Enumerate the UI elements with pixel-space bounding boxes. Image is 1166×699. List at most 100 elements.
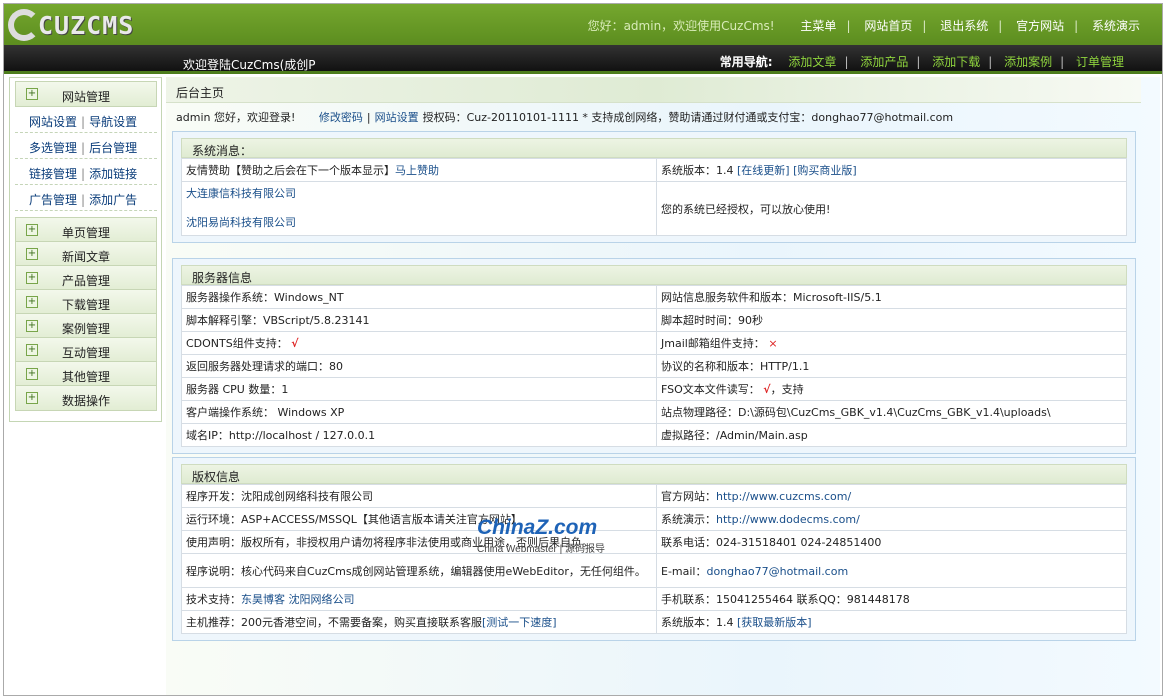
- table-row: 运行环境：ASP+ACCESS/MSSQL【其他语言版本请关注官方网站】 系统演示…: [181, 507, 1127, 531]
- sidebar-item-site-manage[interactable]: + 网站管理: [15, 81, 157, 107]
- nav-demo[interactable]: 系统演示: [1092, 19, 1140, 33]
- sidebar-item-label: 下载管理: [62, 298, 111, 312]
- nav-separator: |: [844, 55, 849, 69]
- nav-main-menu[interactable]: 主菜单: [800, 19, 836, 33]
- link-link-manage[interactable]: 链接管理: [29, 167, 77, 181]
- panel-title: 版权信息: [181, 464, 1127, 484]
- nav-separator: |: [916, 55, 921, 69]
- table-cell: 手机联系：15041255464 联系QQ：981448178: [656, 587, 1127, 611]
- sidebar-item-label: 其他管理: [62, 370, 111, 384]
- sidebar-item-label: 数据操作: [62, 394, 111, 408]
- email-link[interactable]: donghao77@hotmail.com: [707, 565, 849, 578]
- separator: |: [81, 141, 86, 155]
- copyright-table: 程序开发：沈阳成创网络科技有限公司 官方网站：http://www.cuzcms.…: [181, 484, 1127, 634]
- sidebar-item-downloads[interactable]: + 下载管理: [15, 289, 157, 315]
- quick-add-product[interactable]: 添加产品: [860, 55, 908, 69]
- support-company-link[interactable]: 沈阳网络公司: [289, 593, 355, 606]
- sidebar-item-cases[interactable]: + 案例管理: [15, 313, 157, 339]
- sidebar-item-news[interactable]: + 新闻文章: [15, 241, 157, 267]
- check-icon: √: [763, 383, 771, 396]
- link-add-ad[interactable]: 添加广告: [89, 193, 137, 207]
- speed-test-link[interactable]: [测试一下速度]: [482, 616, 557, 629]
- sidebar-item-label: 网站管理: [62, 90, 111, 104]
- quick-add-case[interactable]: 添加案例: [1004, 55, 1052, 69]
- breadcrumb: 后台主页: [166, 77, 1141, 103]
- sponsor-company-link[interactable]: 大连康信科技有限公司: [186, 187, 296, 200]
- nav-separator: |: [922, 19, 927, 33]
- expand-icon: +: [26, 224, 38, 236]
- official-site-link[interactable]: http://www.cuzcms.com/: [716, 490, 851, 503]
- expand-icon: +: [26, 248, 38, 260]
- sidebar-item-products[interactable]: + 产品管理: [15, 265, 157, 291]
- nav-official-site[interactable]: 官方网站: [1016, 19, 1064, 33]
- site-settings-link[interactable]: 网站设置: [375, 111, 419, 124]
- table-row: 脚本解释引擎：VBScript/5.8.23141 脚本超时时间：90秒: [181, 308, 1127, 332]
- quick-orders[interactable]: 订单管理: [1076, 55, 1124, 69]
- link-ad-manage[interactable]: 广告管理: [29, 193, 77, 207]
- sidebar-sublinks: 网站设置 | 导航设置: [15, 107, 157, 133]
- host-recommend: 主机推荐：200元香港空间，不需要备案，购买直接联系客服: [186, 616, 482, 629]
- link-nav-settings[interactable]: 导航设置: [89, 115, 137, 129]
- cdonts-label: CDONTS组件支持：: [186, 337, 288, 350]
- table-cell: 友情赞助【赞助之后会在下一个版本显示】马上赞助: [181, 158, 657, 182]
- sponsor-link[interactable]: 马上赞助: [395, 164, 439, 177]
- nav-home[interactable]: 网站首页: [864, 19, 912, 33]
- nav-logout[interactable]: 退出系统: [940, 19, 988, 33]
- link-site-settings[interactable]: 网站设置: [29, 115, 77, 129]
- change-password-link[interactable]: 修改密码: [319, 111, 363, 124]
- table-cell: 协议的名称和版本：HTTP/1.1: [656, 354, 1127, 378]
- expand-icon: +: [26, 368, 38, 380]
- quick-add-download[interactable]: 添加下载: [932, 55, 980, 69]
- table-cell: 系统演示：http://www.dodecms.com/: [656, 507, 1127, 531]
- link-add-link[interactable]: 添加链接: [89, 167, 137, 181]
- site-label: 官方网站：: [661, 490, 716, 503]
- table-cell: 脚本超时时间：90秒: [656, 308, 1127, 332]
- table-row: 程序说明：核心代码来自CuzCms成创网站管理系统，编辑器使用eWebEdito…: [181, 553, 1127, 588]
- quick-add-article[interactable]: 添加文章: [788, 55, 836, 69]
- sponsor-company-link[interactable]: 沈阳易尚科技有限公司: [186, 216, 296, 229]
- nav-separator: |: [998, 19, 1003, 33]
- support-blog-link[interactable]: 东昊博客: [241, 593, 285, 606]
- sidebar-item-interaction[interactable]: + 互动管理: [15, 337, 157, 363]
- table-row: 程序开发：沈阳成创网络科技有限公司 官方网站：http://www.cuzcms.…: [181, 484, 1127, 508]
- sidebar-item-data[interactable]: + 数据操作: [15, 385, 157, 411]
- check-icon: √: [291, 337, 299, 350]
- server-info-table: 服务器操作系统：Windows_NT 网站信息服务软件和版本：Microsoft-…: [181, 285, 1127, 447]
- sidebar-item-pages[interactable]: + 单页管理: [15, 217, 157, 243]
- top-nav: 您好：admin，欢迎使用CuzCms! 主菜单 | 网站首页 | 退出系统 | 官方…: [588, 17, 1150, 34]
- table-row: 服务器操作系统：Windows_NT 网站信息服务软件和版本：Microsoft-…: [181, 285, 1127, 309]
- user-greeting: admin 您好，欢迎登录!: [176, 111, 296, 124]
- system-messages-table: 友情赞助【赞助之后会在下一个版本显示】马上赞助 系统版本：1.4 [在线更新] …: [181, 158, 1127, 236]
- expand-icon: +: [26, 296, 38, 308]
- separator: |: [81, 193, 86, 207]
- table-row: 客户端操作系统： Windows XP 站点物理路径：D:\源码包\CuzCms_…: [181, 400, 1127, 424]
- quick-nav: 常用导航: 添加文章 | 添加产品 | 添加下载 | 添加案例 | 订单管理: [720, 53, 1132, 70]
- demo-site-link[interactable]: http://www.dodecms.com/: [716, 513, 860, 526]
- table-row: 使用声明：版权所有，非授权用户请勿将程序非法使用或商业用途，否则后果自负。 联系电…: [181, 530, 1127, 554]
- sidebar-item-label: 新闻文章: [62, 250, 111, 264]
- online-update-link[interactable]: [在线更新]: [737, 164, 790, 177]
- table-cell: Jmail邮箱组件支持： ×: [656, 331, 1127, 355]
- greeting: 您好：admin，欢迎使用CuzCms!: [587, 19, 775, 33]
- expand-icon: +: [26, 344, 38, 356]
- sidebar-item-label: 单页管理: [62, 226, 111, 240]
- logo: CUZCMS: [8, 9, 178, 41]
- panel-title: 服务器信息: [181, 265, 1127, 285]
- latest-version-link[interactable]: [获取最新版本]: [737, 616, 812, 629]
- fso-label: FSO文本文件读写：: [661, 383, 760, 396]
- table-cell: 您的系统已经授权，可以放心使用!: [656, 181, 1127, 236]
- table-cell: 网站信息服务软件和版本：Microsoft-IIS/5.1: [656, 285, 1127, 309]
- table-row: 大连康信科技有限公司 沈阳易尚科技有限公司 您的系统已经授权，可以放心使用!: [181, 181, 1127, 236]
- table-row: CDONTS组件支持： √ Jmail邮箱组件支持： ×: [181, 331, 1127, 355]
- welcome-text: 欢迎登陆CuzCms(成创P: [183, 58, 316, 72]
- nav-separator: |: [988, 55, 993, 69]
- link-admin-manage[interactable]: 后台管理: [89, 141, 137, 155]
- buy-commercial-link[interactable]: [购买商业版]: [793, 164, 857, 177]
- sidebar-sublinks: 广告管理 | 添加广告: [15, 185, 157, 211]
- table-cell: 服务器操作系统：Windows_NT: [181, 285, 657, 309]
- link-multi-manage[interactable]: 多选管理: [29, 141, 77, 155]
- copyright-panel: 版权信息 程序开发：沈阳成创网络科技有限公司 官方网站：http://www.cu…: [172, 457, 1136, 641]
- sidebar-item-other[interactable]: + 其他管理: [15, 361, 157, 387]
- table-cell: FSO文本文件读写： √，支持: [656, 377, 1127, 401]
- sidebar: + 网站管理 网站设置 | 导航设置 多选管理 | 后台管理 链接管理 | 添加链接 广告管…: [9, 77, 162, 422]
